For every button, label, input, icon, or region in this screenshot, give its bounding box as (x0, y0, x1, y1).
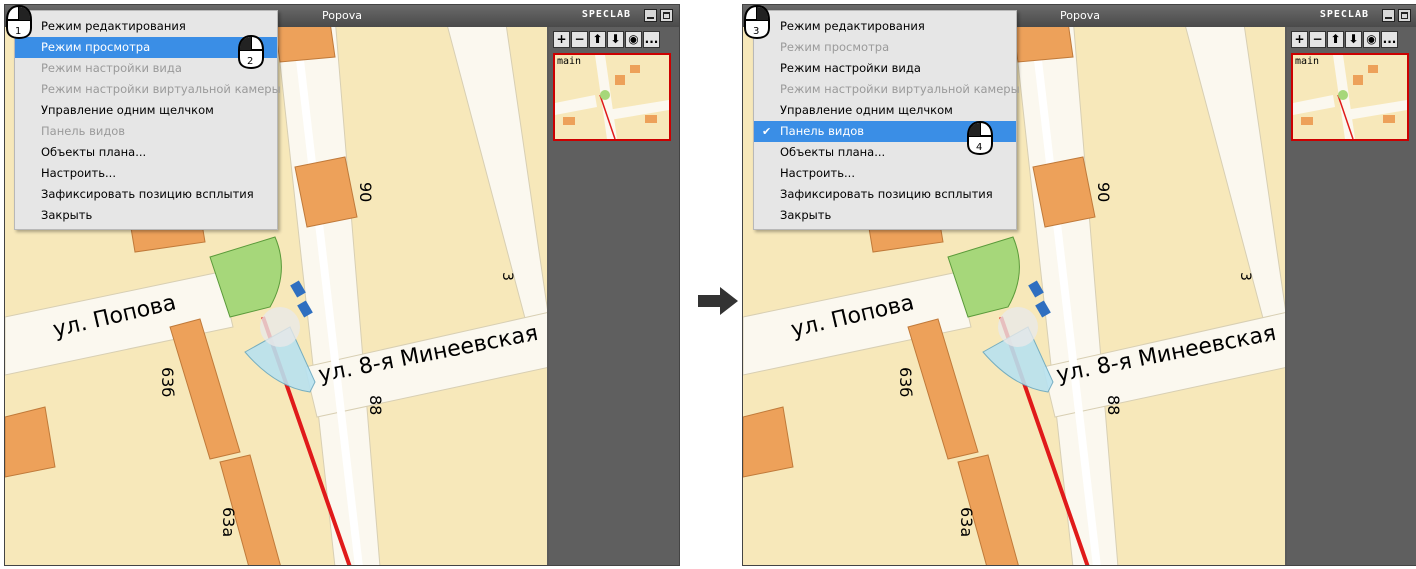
views-panel: + − ⬆ ⬇ ◉ ... main (1287, 27, 1416, 565)
menu-item-views-panel: Панель видов (41, 124, 126, 138)
arrow-right-icon (698, 287, 738, 315)
step-number: 1 (15, 26, 21, 37)
thumbnail-label: main (1295, 56, 1320, 67)
menu-item-edit-mode[interactable]: Режим редактирования (754, 16, 1016, 37)
step-number: 4 (976, 142, 982, 153)
more-button[interactable]: ... (643, 31, 660, 48)
views-toolbar: + − ⬆ ⬇ ◉ ... (1291, 31, 1398, 49)
label-house-63b: 63б (158, 367, 177, 397)
views-toolbar: + − ⬆ ⬇ ◉ ... (553, 31, 660, 49)
menu-item-settings[interactable]: Настроить... (754, 163, 1016, 184)
menu-item-label: Панель видов (780, 124, 865, 138)
mouse-right-click-icon: 1 (6, 4, 32, 40)
target-button[interactable]: ◉ (625, 31, 642, 48)
menu-item-single-click-control[interactable]: Управление одним щелчком (754, 100, 1016, 121)
label-house-88: 88 (366, 395, 385, 415)
menu-item-plan-objects[interactable]: Объекты плана... (15, 142, 277, 163)
maximize-button[interactable] (660, 9, 673, 22)
more-button[interactable]: ... (1381, 31, 1398, 48)
zoom-out-button[interactable]: − (1309, 31, 1326, 48)
label-house-90: 90 (1094, 182, 1113, 202)
move-down-button[interactable]: ⬇ (1345, 31, 1362, 48)
view-thumbnail-main[interactable]: main (1291, 53, 1409, 141)
mouse-right-click-icon: 3 (744, 4, 770, 40)
zoom-out-button[interactable]: − (571, 31, 588, 48)
menu-item-virtual-camera-mode: Режим настройки виртуальной камеры (41, 82, 281, 96)
mouse-left-click-icon: 4 (967, 120, 993, 156)
zoom-in-button[interactable]: + (553, 31, 570, 48)
menu-item-view-setup-mode[interactable]: Режим настройки вида (754, 58, 1016, 79)
camera-sphere (260, 307, 300, 347)
label-house-3: 3 (1237, 272, 1253, 281)
menu-item-settings[interactable]: Настроить... (15, 163, 277, 184)
step-number: 3 (753, 26, 759, 37)
menu-item-fix-popup-position[interactable]: Зафиксировать позицию всплытия (754, 184, 1016, 205)
building-top (274, 27, 336, 63)
menu-item-fix-popup-position[interactable]: Зафиксировать позицию всплытия (15, 184, 277, 205)
maximize-button[interactable] (1398, 9, 1411, 22)
move-up-button[interactable]: ⬆ (1327, 31, 1344, 48)
move-down-button[interactable]: ⬇ (607, 31, 624, 48)
move-up-button[interactable]: ⬆ (589, 31, 606, 48)
label-house-63a: 63а (957, 507, 976, 537)
view-thumbnail-main[interactable]: main (553, 53, 671, 141)
building-top (1012, 27, 1074, 63)
label-house-3: 3 (499, 272, 515, 281)
views-panel: + − ⬆ ⬇ ◉ ... main (549, 27, 679, 565)
mouse-left-click-icon: 2 (238, 34, 264, 70)
brand-logo: SPECLAB (1319, 9, 1369, 20)
zoom-in-button[interactable]: + (1291, 31, 1308, 48)
step-number: 2 (247, 56, 253, 67)
label-house-63b: 63б (896, 367, 915, 397)
menu-item-virtual-camera-mode: Режим настройки виртуальной камеры (780, 82, 1020, 96)
thumbnail-label: main (557, 56, 582, 67)
camera-sphere (998, 307, 1038, 347)
menu-item-single-click-control[interactable]: Управление одним щелчком (15, 100, 277, 121)
label-house-88: 88 (1104, 395, 1123, 415)
brand-logo: SPECLAB (581, 9, 631, 20)
menu-item-close[interactable]: Закрыть (15, 205, 277, 226)
checkmark-icon: ✔ (762, 125, 772, 138)
label-house-63a: 63а (219, 507, 238, 537)
minimize-button[interactable] (1382, 9, 1395, 22)
menu-item-close[interactable]: Закрыть (754, 205, 1016, 226)
menu-item-view-mode: Режим просмотра (780, 40, 890, 54)
label-house-90: 90 (356, 182, 375, 202)
target-button[interactable]: ◉ (1363, 31, 1380, 48)
minimize-button[interactable] (644, 9, 657, 22)
